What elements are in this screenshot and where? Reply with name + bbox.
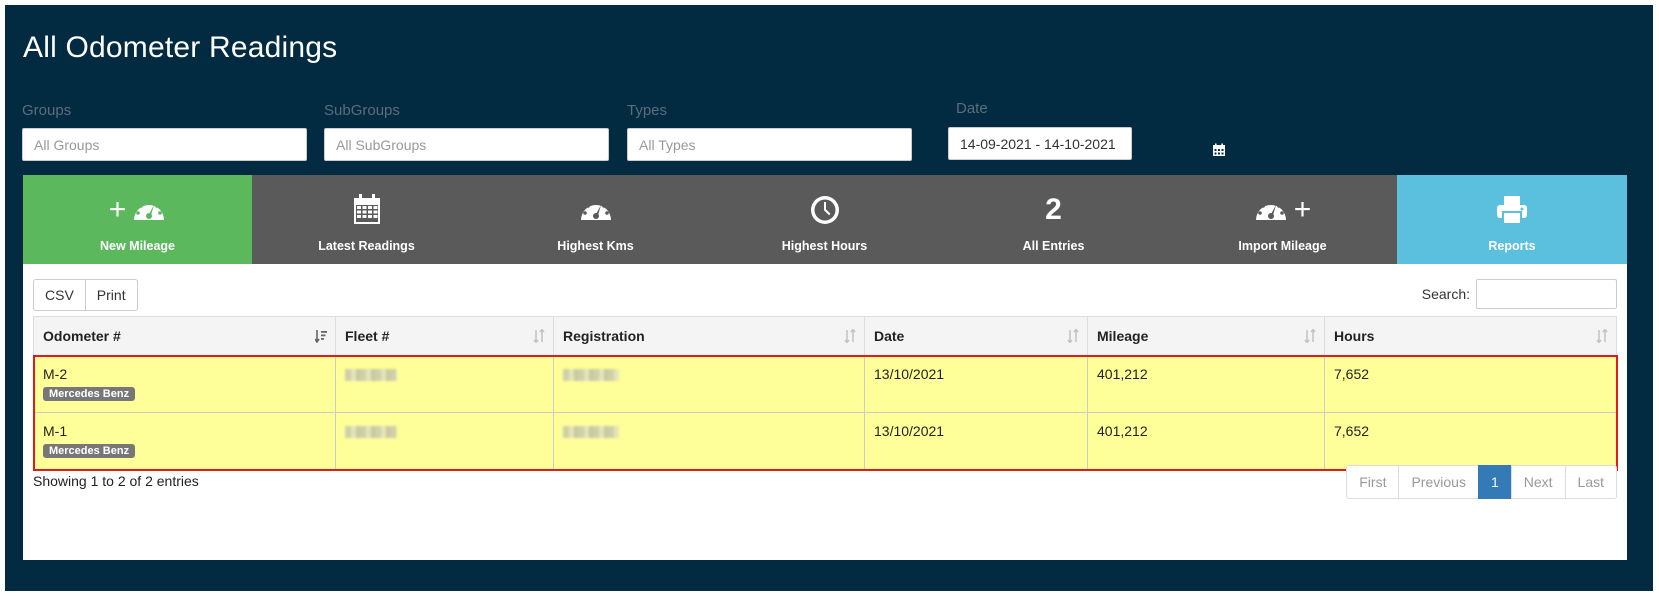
sort-icon <box>1596 329 1608 343</box>
table-row[interactable]: M-2 Mercedes Benz 13/10/2021 401,212 7,6… <box>33 355 1617 413</box>
sort-desc-icon <box>315 330 327 343</box>
subgroups-input[interactable] <box>324 128 609 161</box>
pagination: First Previous 1 Next Last <box>1346 465 1617 499</box>
odometer-cell: M-1 Mercedes Benz <box>33 412 336 470</box>
speedometer-icon <box>134 201 165 220</box>
subgroups-label: SubGroups <box>324 102 400 119</box>
printer-icon <box>1497 196 1527 225</box>
types-input[interactable] <box>627 128 912 161</box>
first-page-button[interactable]: First <box>1346 465 1400 499</box>
all-entries-label: All Entries <box>1022 239 1085 253</box>
registration-cell <box>553 412 865 470</box>
reports-tile[interactable]: Reports <box>1397 175 1627 264</box>
last-page-button[interactable]: Last <box>1564 465 1617 499</box>
date-cell: 13/10/2021 <box>864 355 1088 413</box>
highest-kms-tile[interactable]: Highest Kms <box>481 175 710 264</box>
calendar-grid-icon <box>353 194 380 224</box>
calendar-icon[interactable] <box>1212 143 1226 157</box>
groups-input[interactable] <box>22 128 307 161</box>
make-badge: Mercedes Benz <box>43 444 136 458</box>
speedometer-icon <box>580 201 611 220</box>
redacted-fleet-number <box>345 369 397 381</box>
next-page-button[interactable]: Next <box>1510 465 1566 499</box>
readings-table: Odometer # Fleet # Registration Date Mil… <box>32 316 1618 471</box>
fleet-cell <box>335 355 554 413</box>
table-row[interactable]: M-1 Mercedes Benz 13/10/2021 401,212 7,6… <box>33 412 1617 470</box>
reports-label: Reports <box>1488 239 1536 253</box>
import-mileage-tile[interactable]: + Import Mileage <box>1168 175 1397 264</box>
entries-info: Showing 1 to 2 of 2 entries <box>33 473 199 489</box>
fleet-cell <box>335 412 554 470</box>
odometer-cell: M-2 Mercedes Benz <box>33 355 336 413</box>
highest-hours-tile[interactable]: Highest Hours <box>710 175 939 264</box>
highest-hours-label: Highest Hours <box>781 239 868 253</box>
latest-readings-tile[interactable]: Latest Readings <box>252 175 481 264</box>
sort-icon <box>533 329 545 343</box>
column-header-odometer[interactable]: Odometer # <box>33 316 336 356</box>
hours-cell: 7,652 <box>1324 412 1617 470</box>
redacted-fleet-number <box>345 426 397 438</box>
column-header-mileage[interactable]: Mileage <box>1087 316 1325 356</box>
date-label: Date <box>956 100 988 117</box>
previous-page-button[interactable]: Previous <box>1398 465 1479 499</box>
date-range-input[interactable] <box>948 127 1132 160</box>
page-title: All Odometer Readings <box>23 31 338 64</box>
hours-cell: 7,652 <box>1324 355 1617 413</box>
column-header-hours[interactable]: Hours <box>1324 316 1617 356</box>
new-mileage-label: New Mileage <box>99 239 176 253</box>
all-entries-tile[interactable]: 2 All Entries <box>939 175 1168 264</box>
plus-icon: + <box>108 193 127 226</box>
date-cell: 13/10/2021 <box>864 412 1088 470</box>
latest-readings-label: Latest Readings <box>318 239 415 253</box>
clock-icon <box>810 196 839 224</box>
column-header-date[interactable]: Date <box>864 316 1088 356</box>
sort-icon <box>1304 329 1316 343</box>
search-label: Search: <box>1421 286 1470 302</box>
action-tiles: + New Mileage Latest Readings Highest Km… <box>23 175 1627 264</box>
csv-button[interactable]: CSV <box>33 279 86 311</box>
column-header-fleet[interactable]: Fleet # <box>335 316 554 356</box>
app-frame: All Odometer Readings Groups SubGroups T… <box>5 5 1653 591</box>
groups-label: Groups <box>22 102 72 119</box>
new-mileage-tile[interactable]: + New Mileage <box>23 175 252 264</box>
mileage-cell: 401,212 <box>1087 355 1325 413</box>
make-badge: Mercedes Benz <box>43 387 136 401</box>
page-1-button[interactable]: 1 <box>1477 465 1512 499</box>
highest-kms-label: Highest Kms <box>557 239 634 253</box>
export-buttons: CSV Print <box>33 279 138 311</box>
table-search: Search: <box>1422 279 1617 309</box>
odometer-number: M-1 <box>43 423 68 439</box>
redacted-registration <box>563 426 619 438</box>
types-label: Types <box>627 102 668 119</box>
mileage-cell: 401,212 <box>1087 412 1325 470</box>
sort-icon <box>1067 329 1079 343</box>
readings-panel: CSV Print Search: Odometer # Fleet # Reg… <box>23 264 1627 560</box>
search-input[interactable] <box>1476 279 1617 309</box>
column-header-registration[interactable]: Registration <box>553 316 865 356</box>
sort-icon <box>844 329 856 343</box>
import-mileage-label: Import Mileage <box>1238 239 1327 253</box>
print-button[interactable]: Print <box>85 279 138 311</box>
odometer-number: M-2 <box>43 366 68 382</box>
redacted-registration <box>563 369 619 381</box>
all-entries-count: 2 <box>1045 193 1062 226</box>
speedometer-icon <box>1255 201 1286 220</box>
plus-icon: + <box>1293 193 1312 226</box>
registration-cell <box>553 355 865 413</box>
